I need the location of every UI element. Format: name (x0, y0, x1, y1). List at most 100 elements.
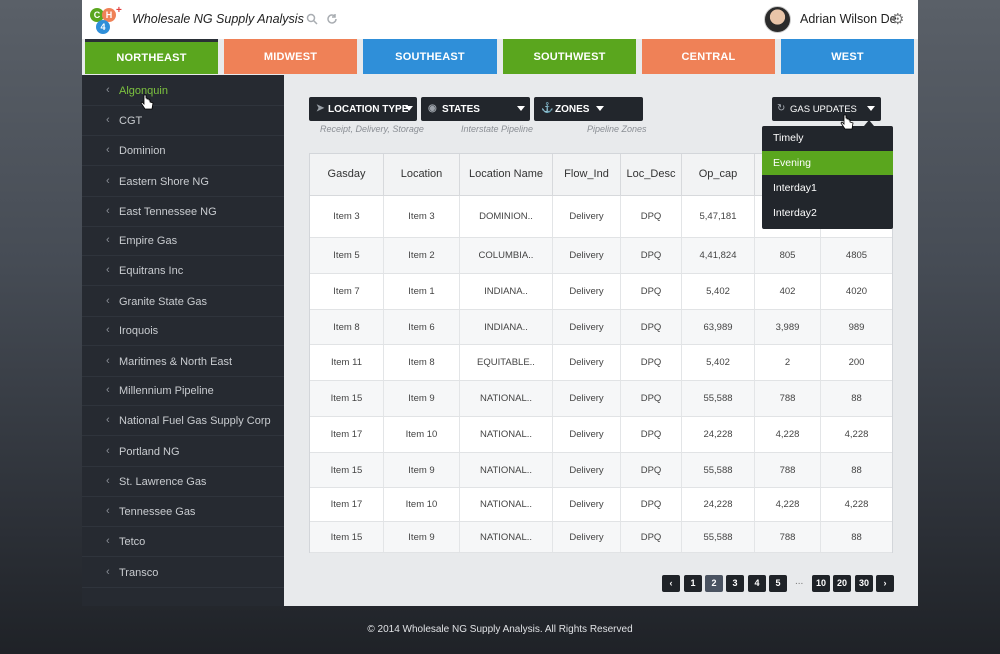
avatar[interactable] (764, 6, 791, 33)
page-button[interactable]: 3 (726, 575, 744, 592)
sidebar-item-portland-ng[interactable]: ‹ Portland NG (82, 437, 284, 467)
sidebar-item-label: National Fuel Gas Supply Corp (119, 415, 271, 427)
caret-down-icon (596, 106, 604, 111)
column-header-location-name[interactable]: Location Name (460, 154, 553, 196)
cell-loc-desc: DPQ (621, 238, 682, 273)
sidebar-item-eastern-shore-ng[interactable]: ‹ Eastern Shore NG (82, 167, 284, 197)
cell-loc-desc: DPQ (621, 522, 682, 552)
chevron-left-icon: ‹ (106, 355, 110, 367)
cell-gasday: Item 7 (310, 274, 384, 309)
states-dropdown[interactable]: ◉ STATES (421, 97, 530, 121)
cell-op-cap: 55,588 (682, 453, 755, 487)
cell-location: Item 9 (384, 453, 460, 487)
table-row[interactable]: Item 17 Item 10 NATIONAL.. Delivery DPQ 24,22… (310, 488, 892, 522)
search-icon[interactable] (306, 13, 320, 27)
menu-item-evening[interactable]: Evening (762, 151, 893, 175)
table-row[interactable]: Item 15 Item 9 NATIONAL.. Delivery DPQ 55,588… (310, 381, 892, 417)
prev-page-button[interactable]: ‹ (662, 575, 680, 592)
sidebar-item-east-tennessee-ng[interactable]: ‹ East Tennessee NG (82, 197, 284, 227)
menu-item-timely[interactable]: Timely (762, 126, 893, 150)
cell-op-cap: 4,41,824 (682, 238, 755, 273)
menu-item-interday1[interactable]: Interday1 (762, 176, 893, 200)
cell-flow-ind: Delivery (553, 345, 621, 380)
header-bar: C H 4 + Wholesale NG Supply Analysis Adr… (82, 0, 918, 39)
pagination-ellipsis: ... (795, 576, 804, 587)
states-label: STATES (442, 104, 480, 115)
sidebar-item-label: Equitrans Inc (119, 265, 184, 277)
table-row[interactable]: Item 11 Item 8 EQUITABLE.. Delivery DPQ 5,402… (310, 345, 892, 381)
location-arrow-icon: ➤ (316, 103, 325, 114)
table-row[interactable]: Item 8 Item 6 INDIANA.. Delivery DPQ 63,989 3,… (310, 310, 892, 345)
tab-west[interactable]: WEST (781, 39, 914, 74)
cell-col8: 4,228 (844, 429, 869, 440)
tab-central[interactable]: CENTRAL (642, 39, 775, 74)
next-page-button[interactable]: › (876, 575, 894, 592)
sidebar-item-equitrans-inc[interactable]: ‹ Equitrans Inc (82, 256, 284, 286)
sidebar-item-label: CGT (119, 115, 143, 127)
page-button[interactable]: 20 (833, 575, 851, 592)
gas-updates-button[interactable]: ↻ GAS UPDATES (772, 97, 881, 121)
page-button-current[interactable]: 2 (705, 575, 723, 592)
page-button[interactable]: 30 (855, 575, 873, 592)
tab-midwest[interactable]: MIDWEST (224, 39, 357, 74)
sidebar-item-algonquin[interactable]: ‹ Algonquin (82, 76, 284, 106)
sidebar-item-granite-state-gas[interactable]: ‹ Granite State Gas (82, 287, 284, 317)
cell-op-cap: 24,228 (682, 488, 755, 521)
column-header-loc-desc[interactable]: Loc_Desc (621, 154, 682, 196)
column-header-location[interactable]: Location (384, 154, 460, 196)
cell-col7: 788 (755, 453, 821, 487)
table-row[interactable]: Item 5 Item 2 COLUMBIA.. Delivery DPQ 4,41,82… (310, 238, 892, 274)
zones-dropdown[interactable]: ⚓ ZONES (534, 97, 643, 121)
chevron-left-icon: ‹ (106, 445, 110, 457)
footer-copyright: © 2014 Wholesale NG Supply Analysis. All… (367, 624, 633, 635)
cell-col7: 3,989 (755, 310, 821, 344)
cell-loc-desc: DPQ (621, 381, 682, 416)
sidebar-item-transco[interactable]: ‹ Transco (82, 558, 284, 588)
cell-flow-ind: Delivery (553, 381, 621, 416)
gas-updates-menu: Timely Evening Interday1 Interday2 (762, 126, 893, 229)
cell-col8: 4,228 (844, 499, 869, 510)
table-row[interactable]: Item 15 Item 9 NATIONAL.. Delivery DPQ 55,588… (310, 453, 892, 488)
tab-southeast[interactable]: SOUTHEAST (363, 39, 497, 74)
sidebar-item-label: Tetco (119, 536, 146, 548)
page-button[interactable]: 4 (748, 575, 766, 592)
page-button[interactable]: 1 (684, 575, 702, 592)
column-header-gasday[interactable]: Gasday (310, 154, 384, 196)
column-header-flow-ind[interactable]: Flow_Ind (553, 154, 621, 196)
sidebar-item-tennessee-gas[interactable]: ‹ Tennessee Gas (82, 497, 284, 527)
cell-location-name: DOMINION.. (460, 196, 553, 237)
cell-location-name: NATIONAL.. (460, 488, 553, 521)
chevron-left-icon: ‹ (106, 566, 110, 578)
refresh-icon[interactable] (326, 13, 340, 27)
hand-cursor-icon (140, 94, 154, 110)
sidebar-item-iroquois[interactable]: ‹ Iroquois (82, 316, 284, 346)
column-header-op-cap[interactable]: Op_cap (682, 154, 755, 196)
location-type-dropdown[interactable]: ➤ LOCATION TYPE (309, 97, 417, 121)
sidebar-item-tetco[interactable]: ‹ Tetco (82, 527, 284, 557)
user-name[interactable]: Adrian Wilson De (800, 12, 897, 26)
ch4-logo: C H 4 + (90, 5, 124, 35)
sidebar-item-national-fuel-gas[interactable]: ‹ National Fuel Gas Supply Corp (82, 406, 284, 436)
sidebar-item-maritimes-north-east[interactable]: ‹ Maritimes & North East (82, 347, 284, 377)
sidebar-item-dominion[interactable]: ‹ Dominion (82, 136, 284, 166)
cell-col8: 4805 (845, 250, 868, 261)
tab-northeast[interactable]: NORTHEAST (85, 39, 218, 74)
sidebar-item-label: Maritimes & North East (119, 356, 233, 368)
gear-icon[interactable]: ⚙ (891, 10, 904, 28)
table-row[interactable]: Item 15 Item 9 NATIONAL.. Delivery DPQ 55,588… (310, 522, 892, 553)
sidebar-item-cgt[interactable]: ‹ CGT (82, 106, 284, 136)
sidebar-item-millennium-pipeline[interactable]: ‹ Millennium Pipeline (82, 376, 284, 406)
logo-number: 4 (96, 20, 110, 34)
page-button[interactable]: 5 (769, 575, 787, 592)
cell-location: Item 2 (384, 238, 460, 273)
menu-item-interday2[interactable]: Interday2 (762, 201, 893, 225)
table-row[interactable]: Item 17 Item 10 NATIONAL.. Delivery DPQ 24,22… (310, 417, 892, 453)
sidebar-item-label: St. Lawrence Gas (119, 476, 207, 488)
sidebar-item-empire-gas[interactable]: ‹ Empire Gas (82, 226, 284, 256)
page-button[interactable]: 10 (812, 575, 830, 592)
cell-loc-desc: DPQ (621, 274, 682, 309)
cell-gasday: Item 15 (310, 453, 384, 487)
tab-southwest[interactable]: SOUTHWEST (503, 39, 636, 74)
sidebar-item-st-lawrence-gas[interactable]: ‹ St. Lawrence Gas (82, 467, 284, 497)
table-row[interactable]: Item 7 Item 1 INDIANA.. Delivery DPQ 5,402 402… (310, 274, 892, 310)
